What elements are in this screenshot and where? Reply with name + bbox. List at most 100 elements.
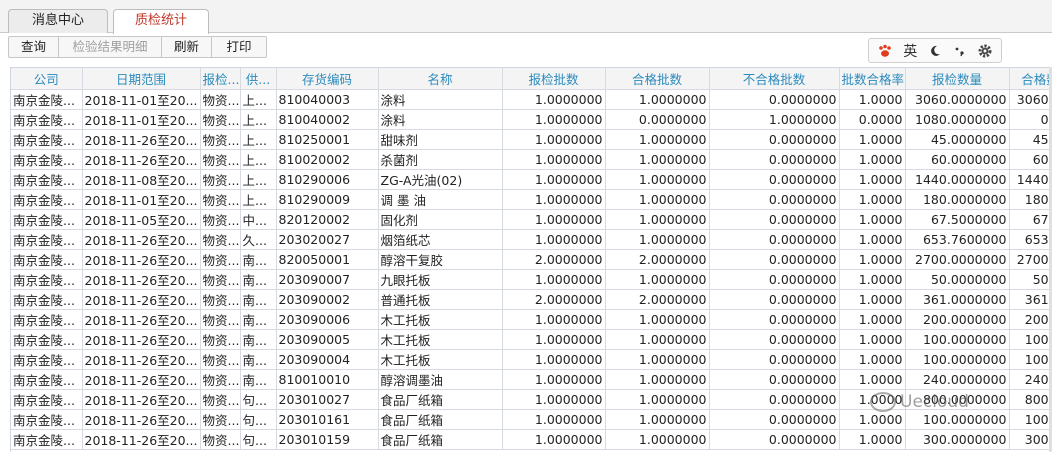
table-cell: 1.0000 [839, 349, 906, 370]
table-cell: 物资... [200, 189, 241, 210]
table-cell: 调 墨 油 [378, 189, 503, 210]
table-cell: 203090004 [276, 349, 379, 370]
table-cell: 物资... [200, 369, 241, 390]
tab-quality-stats[interactable]: 质检统计 [113, 9, 209, 34]
table-cell: 2018-11-26至20... [82, 369, 201, 390]
punctuation-icon[interactable] [949, 40, 971, 62]
table-row[interactable]: 南京金陵... 2018-11-26至20... 物资... 上... 81002000… [11, 149, 1052, 170]
table-cell: 1.0000000 [605, 349, 710, 370]
table-cell: 0.0000000 [709, 349, 840, 370]
table-cell: 1.0000000 [605, 209, 710, 230]
column-header[interactable]: 合格数 [1009, 68, 1052, 90]
column-header[interactable]: 报检批数 [502, 68, 606, 90]
table-cell: 烟箔纸芯 [378, 229, 503, 250]
table-cell: 南京金陵... [11, 409, 83, 430]
column-header[interactable]: 合格批数 [605, 68, 710, 90]
table-cell: 物资... [200, 289, 241, 310]
table-cell: 0.0000000 [709, 389, 840, 410]
table-cell: 361.0000000 [905, 289, 1010, 310]
table-row[interactable]: 南京金陵... 2018-11-05至20... 物资... 中... 82012000… [11, 209, 1052, 230]
table-cell: 物资... [200, 309, 241, 330]
table-row[interactable]: 南京金陵... 2018-11-26至20... 物资... 南... 20309000… [11, 349, 1052, 370]
watermark: Uecloud [870, 392, 969, 412]
table-row[interactable]: 南京金陵... 2018-11-01至20... 物资... 上... 81004000… [11, 89, 1052, 110]
print-button[interactable]: 打印 [212, 37, 266, 57]
lang-indicator[interactable]: 英 [899, 40, 921, 62]
tab-message-center[interactable]: 消息中心 [8, 9, 108, 33]
table-cell: 1.0000000 [502, 369, 606, 390]
table-row[interactable]: 南京金陵... 2018-11-26至20... 物资... 句... 20301015… [11, 429, 1052, 450]
table-row[interactable]: 南京金陵... 2018-11-01至20... 物资... 上... 81004000… [11, 109, 1052, 130]
table-cell: 50.00 [1009, 269, 1052, 290]
table-cell: 南... [240, 289, 277, 310]
table-row[interactable]: 南京金陵... 2018-11-26至20... 物资... 南... 20309000… [11, 309, 1052, 330]
table-cell: 1.0000000 [605, 429, 710, 450]
table-cell: 0.0000000 [709, 249, 840, 270]
table-cell: 100.00 [1009, 349, 1052, 370]
column-header[interactable]: 公司 [11, 68, 83, 90]
table-cell: 杀菌剂 [378, 149, 503, 170]
column-header[interactable]: 供... [240, 68, 277, 90]
table-cell: 1.0000000 [605, 189, 710, 210]
column-header[interactable]: 存货编码 [276, 68, 379, 90]
table-cell: 1.0000000 [502, 409, 606, 430]
table-cell: 1.0000000 [502, 329, 606, 350]
table-cell: 0.0000000 [709, 409, 840, 430]
table-cell: 653.7600000 [905, 229, 1010, 250]
table-cell: 203010161 [276, 409, 379, 430]
table-cell: 1.0000 [839, 269, 906, 290]
table-cell: 中... [240, 209, 277, 230]
table-row[interactable]: 南京金陵... 2018-11-01至20... 物资... 上... 81029000… [11, 189, 1052, 210]
table-cell: 1440.0000000 [905, 169, 1010, 190]
table-cell: 1.0000000 [605, 369, 710, 390]
table-cell: 句... [240, 429, 277, 450]
table-cell: 物资... [200, 429, 241, 450]
column-header[interactable]: 批数合格率 [839, 68, 906, 90]
table-cell: 1.0000 [839, 309, 906, 330]
table-row[interactable]: 南京金陵... 2018-11-26至20... 物资... 南... 20309000… [11, 289, 1052, 310]
table-row[interactable]: 南京金陵... 2018-11-26至20... 物资... 句... 20301016… [11, 409, 1052, 430]
table-row[interactable]: 南京金陵... 2018-11-08至20... 物资... 上... 81029000… [11, 169, 1052, 190]
table-cell: 653.76 [1009, 229, 1052, 250]
column-header[interactable]: 报检数量 [905, 68, 1010, 90]
table-cell: 南京金陵... [11, 369, 83, 390]
table-row[interactable]: 南京金陵... 2018-11-26至20... 物资... 上... 81025000… [11, 129, 1052, 150]
table-row[interactable]: 南京金陵... 2018-11-26至20... 物资... 南... 82005000… [11, 249, 1052, 270]
table-cell: 久... [240, 229, 277, 250]
table-row[interactable]: 南京金陵... 2018-11-26至20... 物资... 南... 81001001… [11, 369, 1052, 390]
table-cell: 1.0000000 [502, 209, 606, 230]
column-header[interactable]: 名称 [378, 68, 503, 90]
table-cell: 物资... [200, 329, 241, 350]
table-cell: 1.0000000 [502, 429, 606, 450]
table-cell: 1.0000000 [502, 169, 606, 190]
refresh-button[interactable]: 刷新 [162, 37, 212, 57]
query-button[interactable]: 查询 [9, 37, 59, 57]
table-cell: 南... [240, 269, 277, 290]
table-cell: 240.00 [1009, 369, 1052, 390]
table-cell: 1.0000000 [605, 89, 710, 110]
column-header[interactable]: 不合格批数 [709, 68, 840, 90]
table-row[interactable]: 南京金陵... 2018-11-26至20... 物资... 南... 20309000… [11, 269, 1052, 290]
table-cell: 1.0000000 [605, 269, 710, 290]
table-cell: 2018-11-26至20... [82, 329, 201, 350]
detail-button[interactable]: 检验结果明细 [59, 37, 162, 57]
table-cell: 60.0000000 [905, 149, 1010, 170]
table-cell: 食品厂纸箱 [378, 389, 503, 410]
paw-icon[interactable] [874, 40, 896, 62]
gear-icon[interactable] [974, 40, 996, 62]
table-cell: 2018-11-26至20... [82, 269, 201, 290]
table-cell: 203020027 [276, 229, 379, 250]
table-cell: 南京金陵... [11, 129, 83, 150]
column-header[interactable]: 日期范围 [82, 68, 201, 90]
table-cell: 南京金陵... [11, 329, 83, 350]
table-cell: 上... [240, 109, 277, 130]
moon-icon[interactable] [924, 40, 946, 62]
table-row[interactable]: 南京金陵... 2018-11-26至20... 物资... 久... 20302002… [11, 229, 1052, 250]
table-cell: 2018-11-01至20... [82, 189, 201, 210]
table-cell: 1.0000 [839, 289, 906, 310]
table-cell: 810290009 [276, 189, 379, 210]
column-header[interactable]: 报检... [200, 68, 241, 90]
table-row[interactable]: 南京金陵... 2018-11-26至20... 物资... 南... 20309000… [11, 329, 1052, 350]
table-cell: 1.0000000 [605, 229, 710, 250]
table-cell: 200.0000000 [905, 309, 1010, 330]
